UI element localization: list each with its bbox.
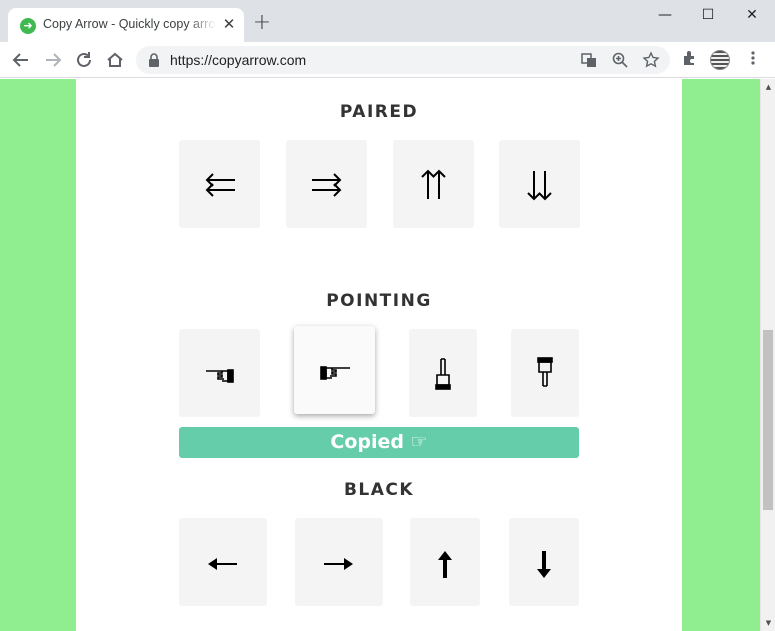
arrow-tile-black-down[interactable] — [509, 518, 579, 606]
arrow-tile-paired-left[interactable] — [179, 140, 260, 228]
hand-pointing-left-icon — [206, 369, 234, 383]
arrow-tile-pointing-down[interactable] — [511, 329, 579, 417]
address-bar[interactable]: https://copyarrow.com — [136, 46, 670, 74]
tab-title-fade — [188, 14, 216, 36]
section-title-black: BLACK — [343, 480, 415, 500]
lock-icon — [149, 53, 159, 67]
arrow-tile-pointing-up[interactable] — [409, 329, 477, 417]
new-tab-button[interactable]: + — [252, 12, 272, 34]
hand-pointing-down-icon — [537, 357, 553, 387]
scroll-up-icon[interactable]: ▲ — [764, 83, 773, 91]
scroll-down-icon[interactable]: ▼ — [764, 619, 773, 627]
paired-up-arrows-icon — [421, 169, 446, 199]
arrow-tile-black-right[interactable] — [295, 518, 383, 606]
translate-icon[interactable] — [580, 51, 598, 69]
close-window-button[interactable]: ✕ — [737, 5, 767, 25]
arrow-tile-pointing-right[interactable] — [294, 326, 375, 414]
black-up-arrow-icon — [438, 551, 452, 578]
reload-icon[interactable] — [73, 49, 95, 71]
arrow-tile-black-left[interactable] — [179, 518, 267, 606]
url-text: https://copyarrow.com — [170, 52, 307, 68]
forward-icon[interactable] — [42, 49, 64, 71]
menu-kebab-icon[interactable] — [742, 49, 764, 71]
copied-banner: Copied ☞ — [179, 427, 579, 458]
black-down-arrow-icon — [537, 551, 551, 578]
arrow-tile-paired-down[interactable] — [499, 140, 580, 228]
arrow-tile-black-up[interactable] — [410, 518, 480, 606]
section-title-paired: PAIRED — [339, 102, 419, 122]
paired-down-arrows-icon — [527, 171, 552, 201]
page-scrollbar[interactable]: ▲ ▼ — [760, 79, 775, 631]
arrow-tile-pointing-left[interactable] — [179, 329, 260, 417]
hand-pointing-up-icon — [435, 358, 451, 390]
browser-toolbar: https://copyarrow.com — [0, 42, 775, 78]
extensions-icon[interactable] — [679, 49, 701, 71]
browser-titlebar: ➜ Copy Arrow - Quickly copy arrow ✕ + — … — [0, 0, 775, 42]
bookmark-star-icon[interactable] — [642, 51, 660, 69]
minimize-button[interactable]: — — [650, 5, 680, 25]
black-left-arrow-icon — [208, 558, 237, 570]
maximize-button[interactable]: ☐ — [693, 5, 723, 25]
profile-avatar[interactable] — [710, 50, 730, 70]
paired-left-arrows-icon — [205, 173, 235, 197]
browser-tab[interactable]: ➜ Copy Arrow - Quickly copy arrow ✕ — [8, 8, 244, 42]
content-column: PAIRED POINTING Copied ☞ BLACK — [76, 79, 682, 631]
arrow-tile-paired-right[interactable] — [286, 140, 367, 228]
zoom-icon[interactable] — [611, 51, 629, 69]
paired-right-arrows-icon — [312, 173, 342, 197]
scroll-thumb[interactable] — [763, 330, 773, 510]
tab-close-icon[interactable]: ✕ — [221, 16, 237, 32]
section-title-pointing: POINTING — [326, 291, 432, 311]
home-icon[interactable] — [104, 49, 126, 71]
page-viewport: PAIRED POINTING Copied ☞ BLACK — [0, 79, 760, 631]
back-icon[interactable] — [10, 49, 32, 71]
arrow-tile-paired-up[interactable] — [393, 140, 474, 228]
black-right-arrow-icon — [324, 558, 353, 570]
hand-pointing-right-icon — [320, 366, 350, 380]
arrow-favicon-icon: ➜ — [20, 18, 36, 34]
